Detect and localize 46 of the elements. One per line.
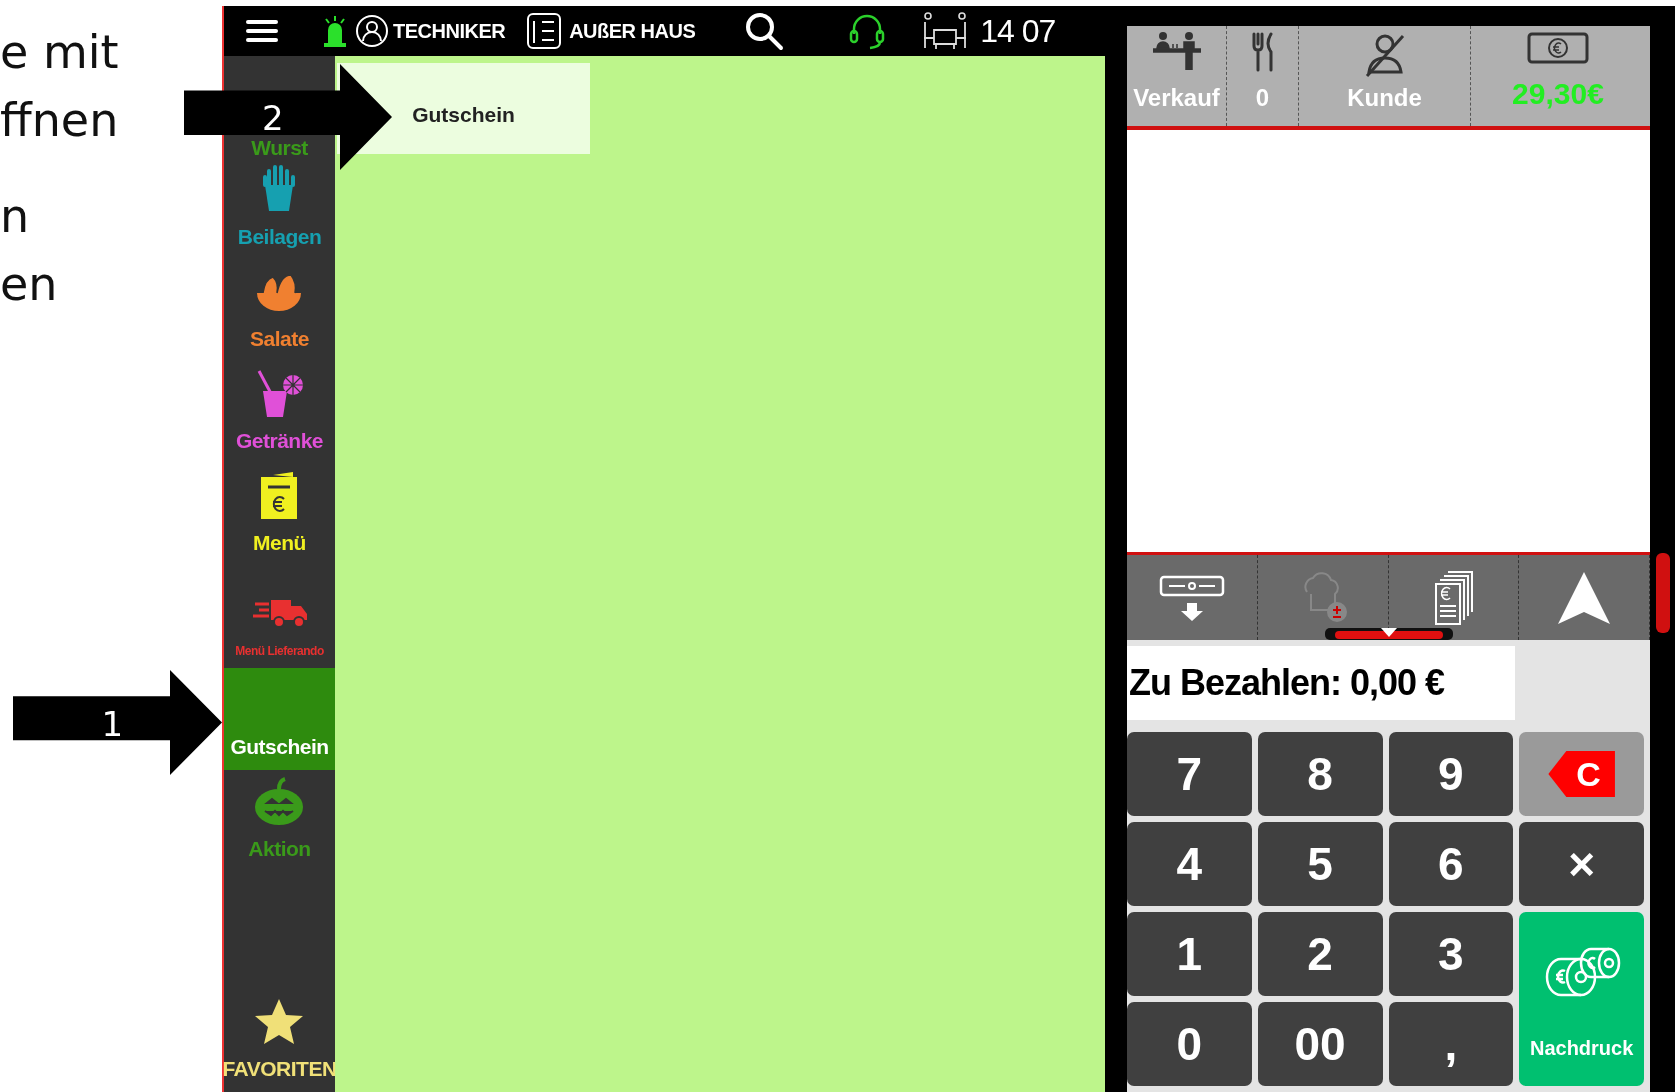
siren-icon[interactable]	[322, 14, 348, 48]
keypad-key[interactable]: 1	[1127, 912, 1252, 996]
document-text-line: en	[0, 256, 58, 313]
banknote-icon[interactable]	[1527, 32, 1589, 64]
table-guests-icon[interactable]	[922, 12, 969, 50]
keypad-key[interactable]: 6	[1388, 822, 1514, 906]
counter-service-icon[interactable]	[1152, 32, 1201, 70]
drawer-handle[interactable]	[1324, 628, 1453, 640]
side-panel-handle[interactable]	[1656, 553, 1670, 633]
customer-label: Kunde	[1347, 83, 1422, 113]
document-text-line: n	[0, 188, 30, 245]
sale-label: Verkauf	[1133, 83, 1220, 113]
keypad-key[interactable]: 4	[1127, 822, 1252, 906]
menu-icon[interactable]	[246, 18, 278, 44]
category-item[interactable]: Beilagen	[224, 158, 335, 260]
keypad-key[interactable]: ,	[1388, 1002, 1514, 1086]
document-text-line: e mit	[0, 24, 119, 81]
category-item[interactable]: Gutschein	[224, 668, 335, 770]
order-total: 29,30€	[1512, 76, 1604, 112]
list-icon	[527, 13, 562, 49]
user-icon	[355, 14, 389, 48]
keypad-key[interactable]: 7	[1127, 732, 1252, 816]
search-icon[interactable]	[744, 11, 785, 51]
multiply-key[interactable]: ×	[1519, 822, 1644, 906]
category-item[interactable]: Aktion	[224, 770, 335, 872]
keypad-key[interactable]: 8	[1257, 732, 1383, 816]
category-item[interactable]: Getränke	[224, 362, 335, 464]
guest-count: 0	[1255, 83, 1270, 113]
keypad-key[interactable]: 5	[1257, 822, 1383, 906]
category-item[interactable]: Salate	[224, 260, 335, 362]
user-button[interactable]: TECHNIKER	[354, 13, 507, 49]
clear-key[interactable]: C	[1519, 732, 1644, 816]
order-mode-button[interactable]: AUßER HAUS	[526, 12, 697, 50]
keypad-key[interactable]: 00	[1257, 1002, 1383, 1086]
keypad-key[interactable]: 3	[1388, 912, 1514, 996]
document-text-line: ffnen	[0, 92, 119, 149]
headset-icon[interactable]	[848, 12, 887, 50]
category-item[interactable]: FAVORITEN	[224, 990, 335, 1092]
keypad-key[interactable]: 0	[1127, 1002, 1252, 1086]
callout-tooltip: 1	[13, 670, 222, 775]
cutlery-icon[interactable]	[1250, 32, 1275, 72]
keypad-key[interactable]: 9	[1388, 732, 1514, 816]
amount-due: Zu Bezahlen: 0,00 €	[1127, 646, 1515, 720]
category-item[interactable]: Menü	[224, 464, 335, 566]
keypad-key[interactable]: 2	[1257, 912, 1383, 996]
clock-time: 14 07	[980, 12, 1056, 51]
